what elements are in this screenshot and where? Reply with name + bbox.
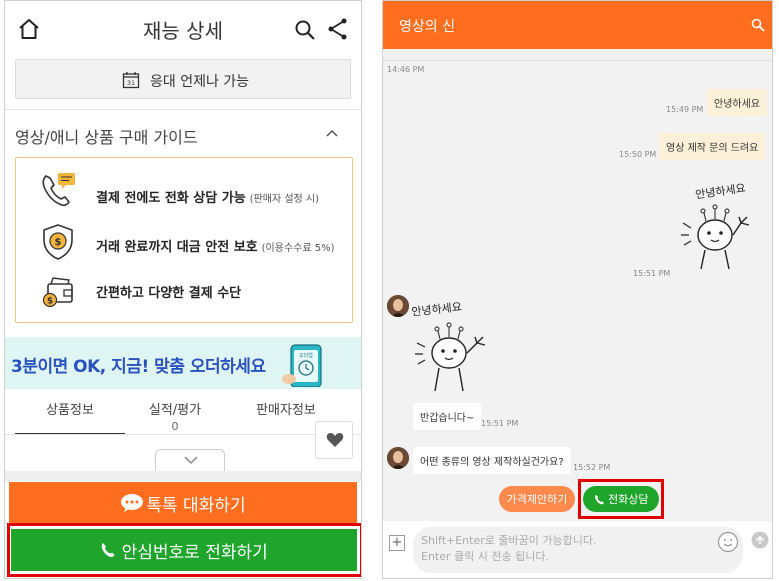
tab-count: 0 (171, 420, 179, 433)
chat-header: 영상의 신 (383, 1, 772, 49)
timestamp: 14:46 PM (387, 65, 425, 74)
heart-icon (326, 433, 344, 447)
message-sent: 안녕하세요 (707, 89, 767, 116)
svg-text:$: $ (55, 237, 62, 248)
guide-item-1-text: 결제 전에도 전화 상담 가능 (96, 191, 246, 206)
tab-performance[interactable]: 실적/평가 0 (120, 399, 230, 433)
message-received: 반갑습니다~ (413, 403, 482, 430)
tab-label: 판매자정보 (256, 403, 316, 418)
detail-header: 재능 상세 (5, 1, 361, 57)
chat-messages: 14:46 PM 15:49 PM 안녕하세요 15:50 PM 영상 제작 문… (383, 49, 772, 521)
availability-label: 응대 언제나 가능 (150, 74, 250, 90)
chat-bubble-icon (121, 494, 144, 512)
purchase-guide-box: 결제 전에도 전화 상담 가능 (판매자 설정 시) $ 거래 완료까지 대금 안… (15, 157, 353, 323)
svg-text:31: 31 (127, 79, 135, 87)
product-detail-panel: 재능 상세 31 응대 언제나 가능 영상/애니 상품 구매 가이드 결제 전에… (4, 0, 362, 579)
chat-panel: 영상의 신 14:46 PM 15:49 PM 안녕하세요 15:50 PM 영… (382, 0, 773, 579)
phone-consult-label: 전화상담 (608, 493, 649, 506)
divider (383, 60, 772, 61)
profile-photo (387, 447, 409, 469)
guide-item-1-sub: (판매자 설정 시) (249, 194, 320, 205)
timestamp: 15:51 PM (633, 269, 671, 278)
wallet-icon: $ (42, 277, 73, 308)
guide-title: 영상/애니 상품 구매 가이드 (15, 128, 198, 147)
price-offer-button[interactable]: 가격제안하기 (499, 486, 575, 512)
safe-number-call-button[interactable]: 안심번호로 전화하기 (11, 529, 357, 571)
chat-title: 영상의 신 (399, 19, 455, 35)
phone-order-label: 오더업 (299, 352, 313, 359)
talk-chat-button[interactable]: 톡톡 대화하기 (9, 482, 357, 524)
chevron-down-icon (184, 456, 198, 465)
guide-item-2: 거래 완료까지 대금 안전 보호 (이용수수료 5%) (96, 236, 334, 255)
message-input-area: + Shift+Enter로 줄바꿈이 가능합니다. Enter 클릭 시 전송… (383, 521, 772, 578)
phone-icon (594, 494, 604, 504)
calendar-icon: 31 (122, 72, 140, 89)
message-sent: 영상 제작 문의 드려요 (659, 133, 766, 160)
send-icon[interactable] (751, 531, 769, 549)
share-icon[interactable] (327, 17, 349, 41)
guide-item-3-text: 간편하고 다양한 결제 수단 (96, 286, 242, 301)
timestamp: 15:50 PM (619, 150, 657, 159)
availability-button[interactable]: 31 응대 언제나 가능 (15, 59, 351, 99)
profile-photo (387, 295, 409, 317)
tab-product-info[interactable]: 상품정보 (15, 399, 125, 435)
call-button-label: 안심번호로 전화하기 (121, 542, 268, 563)
guide-item-2-text: 거래 완료까지 대금 안전 보호 (96, 240, 258, 255)
attach-button[interactable]: + (389, 535, 405, 551)
tab-divider (5, 434, 361, 435)
favorite-button[interactable] (315, 421, 353, 459)
emoji-icon[interactable] (717, 531, 739, 553)
detail-tabs: 상품정보 실적/평가 0 판매자정보 (5, 399, 361, 439)
timestamp: 15:49 PM (666, 105, 704, 114)
greeting-sticker: 안녕하세요 (681, 181, 750, 270)
phone-consult-button[interactable]: 전화상담 (583, 486, 659, 512)
search-icon[interactable] (751, 18, 765, 32)
message-received: 어떤 종류의 영상 제작하실건가요? (413, 447, 571, 474)
sticker-caption: 안녕하세요 (694, 181, 746, 202)
guide-item-2-sub: (이용수수료 5%) (261, 243, 335, 254)
greeting-sticker: 안녕하세요 (411, 299, 486, 392)
guide-item-1: 결제 전에도 전화 상담 가능 (판매자 설정 시) (96, 187, 319, 206)
shield-coin-icon: $ (43, 224, 73, 260)
separator-band (5, 471, 361, 481)
avatar[interactable] (387, 295, 409, 317)
svg-text:$: $ (47, 297, 53, 307)
tab-label: 상품정보 (46, 403, 94, 418)
banner-text: 3분이면 OK, 지금! 맞춤 오더하세요 (11, 357, 266, 377)
phone-consult-icon (42, 173, 75, 207)
search-icon[interactable] (294, 19, 316, 41)
phone-icon (101, 543, 115, 558)
order-banner[interactable]: 3분이면 OK, 지금! 맞춤 오더하세요 오더업 (5, 337, 361, 389)
avatar[interactable] (387, 447, 409, 469)
tab-seller-info[interactable]: 판매자정보 (231, 399, 341, 418)
sticker-caption: 안녕하세요 (411, 299, 463, 318)
chevron-up-icon[interactable] (325, 128, 339, 138)
chat-button-label: 톡톡 대화하기 (146, 495, 246, 516)
tab-label: 실적/평가 (148, 403, 202, 418)
divider (5, 109, 361, 110)
input-placeholder: Shift+Enter로 줄바꿈이 가능합니다. Enter 클릭 시 전송 됩… (421, 534, 597, 563)
phone-order-illustration: 오더업 (282, 344, 322, 387)
expand-toggle[interactable] (155, 449, 225, 471)
timestamp: 15:51 PM (481, 419, 519, 428)
timestamp: 15:52 PM (573, 463, 611, 472)
guide-item-3: 간편하고 다양한 결제 수단 (96, 282, 241, 301)
